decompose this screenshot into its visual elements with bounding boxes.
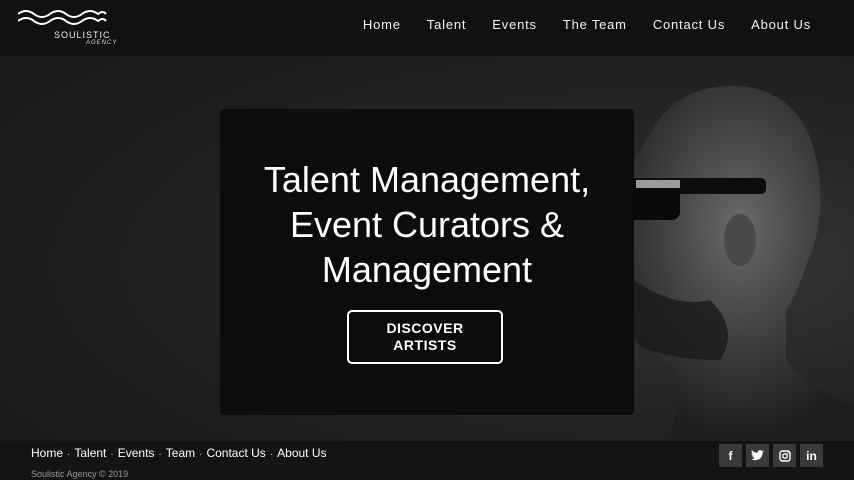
twitter-bird-icon bbox=[751, 450, 764, 461]
footer-separator: · bbox=[67, 449, 71, 460]
social-links: f in bbox=[719, 444, 823, 467]
footer-link-talent[interactable]: Talent bbox=[74, 446, 106, 460]
nav-about-us[interactable]: About Us bbox=[751, 17, 811, 32]
footer-separator: · bbox=[269, 449, 274, 460]
footer-separator: · bbox=[110, 449, 114, 460]
brand-subtitle: AGENCY bbox=[86, 40, 118, 46]
wave-logo-icon bbox=[18, 10, 107, 25]
facebook-glyph: f bbox=[728, 448, 733, 463]
headline-line: Management bbox=[321, 249, 533, 290]
nav-events[interactable]: Events bbox=[492, 17, 537, 32]
instagram-icon[interactable] bbox=[773, 444, 796, 467]
site-footer: Home · Talent · Events · Team · Contact Us · About… bbox=[0, 441, 854, 480]
footer-separator: · bbox=[199, 449, 203, 460]
copyright-text: Soulistic Agency © 2019 bbox=[31, 469, 129, 479]
nav-talent[interactable]: Talent bbox=[427, 17, 467, 32]
hero-headline: Talent Management, Event Curators & Mana… bbox=[220, 157, 634, 292]
footer-link-contact-us[interactable]: Contact Us bbox=[206, 446, 265, 460]
instagram-camera-icon bbox=[778, 449, 791, 462]
footer-link-home[interactable]: Home bbox=[31, 446, 63, 460]
facebook-icon[interactable]: f bbox=[719, 444, 742, 467]
linkedin-glyph: in bbox=[806, 448, 817, 463]
footer-link-team[interactable]: Team bbox=[166, 446, 195, 460]
linkedin-icon[interactable]: in bbox=[800, 444, 823, 467]
headline-line: Event Curators & bbox=[289, 204, 565, 245]
footer-separator: · bbox=[158, 449, 162, 460]
headline-line: Talent Management, bbox=[263, 159, 591, 200]
brand-logo[interactable]: SOULISTIC AGENCY bbox=[18, 6, 116, 50]
discover-artists-button[interactable]: DISCOVER ARTISTS bbox=[347, 310, 503, 364]
brand-name: SOULISTIC bbox=[54, 30, 111, 40]
main-nav: Home Talent Events The Team Contact Us A… bbox=[363, 17, 811, 32]
nav-home[interactable]: Home bbox=[363, 17, 401, 32]
footer-nav: Home · Talent · Events · Team · Contact Us · About… bbox=[31, 446, 327, 460]
nav-contact-us[interactable]: Contact Us bbox=[653, 17, 725, 32]
site-header: SOULISTIC AGENCY Home Talent Events The … bbox=[0, 0, 854, 56]
twitter-icon[interactable] bbox=[746, 444, 769, 467]
nav-the-team[interactable]: The Team bbox=[563, 17, 627, 32]
footer-link-events[interactable]: Events bbox=[118, 446, 155, 460]
cta-label-line1: DISCOVER bbox=[386, 320, 464, 336]
hero-card: Talent Management, Event Curators & Mana… bbox=[220, 109, 634, 415]
footer-link-about-us[interactable]: About Us bbox=[277, 446, 326, 460]
cta-label-line2: ARTISTS bbox=[393, 337, 457, 353]
